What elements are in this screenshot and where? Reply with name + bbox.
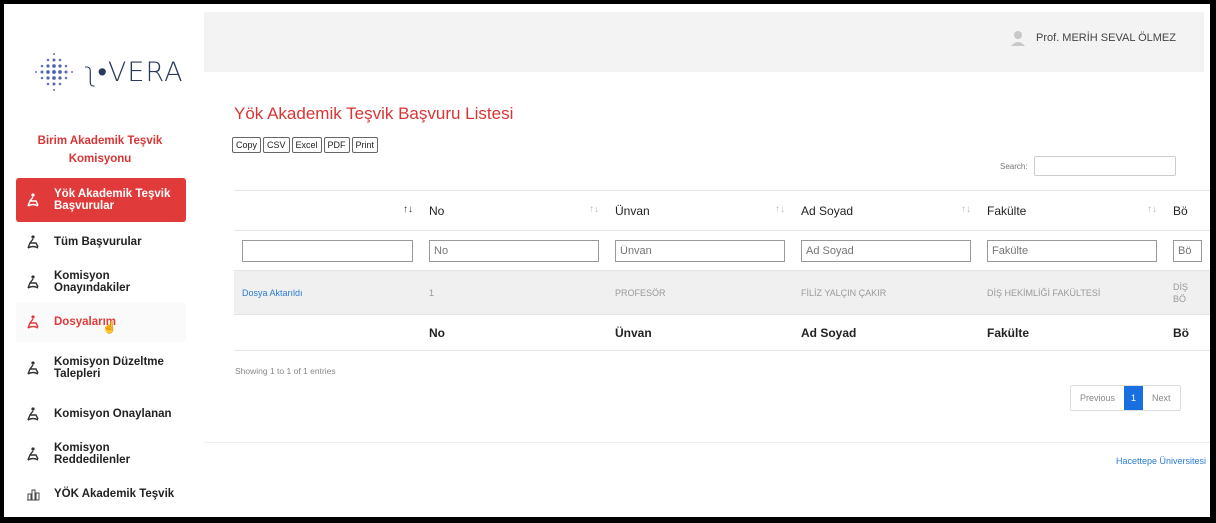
sidebar-item-komisyon-duzeltme-talepleri[interactable]: Komisyon Düzeltme Talepleri	[16, 342, 186, 394]
page-title: Yök Akademik Teşvik Başvuru Listesi	[234, 104, 514, 123]
person-icon	[24, 313, 42, 331]
cell-ad-soyad: FİLİZ YALÇIN ÇAKIR	[793, 270, 979, 315]
next-page-button[interactable]: Next	[1143, 386, 1180, 410]
sidebar-item-tum-basvurular[interactable]: Tüm Başvurular	[16, 222, 186, 262]
footer-cell-status	[234, 314, 421, 351]
hand-cursor-icon: ☝	[102, 320, 117, 334]
csv-button[interactable]: CSV	[263, 137, 290, 153]
previous-page-button[interactable]: Previous	[1071, 386, 1124, 410]
table-header-row: ↑↓ No ↑↓ Ünvan ↑↓ Ad Soyad ↑↓ Fakülte ↑↓ Bö	[234, 190, 1210, 231]
person-icon	[24, 445, 42, 463]
sidebar-item-label-2: Başvurular	[54, 200, 115, 212]
chart-icon	[24, 485, 42, 503]
user-menu[interactable]: Prof. MERİH SEVAL ÖLMEZ	[1010, 30, 1176, 46]
footer-cell-no: No	[421, 314, 607, 351]
person-icon	[24, 233, 42, 251]
sort-icon: ↑↓	[589, 204, 599, 215]
table-filter-row	[234, 230, 1210, 271]
page-1-button[interactable]: 1	[1124, 386, 1144, 410]
column-header-ad-soyad[interactable]: Ad Soyad ↑↓	[793, 190, 979, 231]
filter-fakulte-input[interactable]	[987, 239, 1157, 262]
column-header-bolum[interactable]: Bö	[1165, 190, 1210, 231]
export-toolbar: Copy CSV Excel PDF Print	[232, 137, 379, 153]
filter-status-input[interactable]	[242, 239, 413, 262]
search-label: Search:	[1000, 161, 1028, 171]
sidebar-item-label: Tüm Başvurular	[54, 236, 142, 248]
sidebar-item-label: Komisyon Onayındakiler	[54, 270, 131, 294]
org-title-line2: Komisyonu	[68, 153, 132, 165]
footer-divider	[204, 442, 1210, 443]
person-icon	[24, 405, 42, 423]
logo-mark-icon	[35, 53, 73, 91]
sort-icon: ↑↓	[1147, 204, 1157, 215]
footer-cell-fakulte: Fakülte	[979, 314, 1165, 351]
org-title-line1: Birim Akademik Teşvik	[37, 135, 163, 147]
cell-no: 1	[421, 270, 607, 315]
search-input[interactable]	[1033, 156, 1176, 176]
app-window: ʅ•VERA Birim Akademik Teşvik Komisyonu Y…	[4, 4, 1210, 517]
filter-no-input[interactable]	[429, 239, 599, 262]
top-bar: Prof. MERİH SEVAL ÖLMEZ	[204, 12, 1204, 72]
table-row[interactable]: Dosya Aktarıldı 1 PROFESÖR FİLİZ YALÇIN …	[234, 270, 1210, 315]
footer-cell-ad-soyad: Ad Soyad	[793, 314, 979, 351]
user-name: Prof. MERİH SEVAL ÖLMEZ	[1036, 32, 1176, 44]
sidebar-item-label: Komisyon Onaylanan	[54, 408, 172, 420]
footer-cell-unvan: Ünvan	[607, 314, 793, 351]
sidebar-item-dosyalarim[interactable]: Dosyalarım ☝	[16, 302, 186, 342]
sidebar-item-label: YÖK Akademik Teşvik	[54, 488, 175, 500]
avatar-icon	[1011, 31, 1026, 46]
sidebar-item-komisyon-onayindakiler[interactable]: Komisyon Onayındakiler	[16, 262, 186, 302]
applications-table: ↑↓ No ↑↓ Ünvan ↑↓ Ad Soyad ↑↓ Fakülte ↑↓ Bö …	[234, 190, 1210, 351]
table-footer-row: No Ünvan Ad Soyad Fakülte Bö	[234, 314, 1210, 351]
sidebar-item-label: Komisyon Düzeltme	[54, 356, 164, 368]
sidebar-item-label: Yök Akademik Teşvik	[54, 188, 171, 200]
column-header-status[interactable]: ↑↓	[234, 190, 421, 231]
sidebar-item-komisyon-onaylanan[interactable]: Komisyon Onaylanan	[16, 394, 186, 434]
search: Search:	[1000, 156, 1176, 176]
pdf-button[interactable]: PDF	[323, 137, 350, 153]
column-header-fakulte[interactable]: Fakülte ↑↓	[979, 190, 1165, 231]
org-title: Birim Akademik Teşvik Komisyonu	[4, 132, 196, 168]
person-icon	[24, 191, 42, 209]
status-link[interactable]: Dosya Aktarıldı	[234, 270, 421, 315]
sidebar: ʅ•VERA Birim Akademik Teşvik Komisyonu Y…	[4, 4, 196, 517]
app-logo[interactable]: ʅ•VERA	[32, 48, 184, 96]
filter-unvan-input[interactable]	[615, 239, 785, 262]
sidebar-item-label: Komisyon Reddedilenler	[54, 442, 131, 466]
cell-unvan: PROFESÖR	[607, 270, 793, 315]
print-button[interactable]: Print	[351, 137, 379, 153]
sort-asc-icon: ↑↓	[403, 204, 413, 215]
excel-button[interactable]: Excel	[291, 137, 322, 153]
sidebar-item-komisyon-reddedilenler[interactable]: Komisyon Reddedilenler	[16, 434, 186, 474]
copy-button[interactable]: Copy	[232, 137, 262, 153]
sidebar-item-yok-basvurular[interactable]: Yök Akademik Teşvik Başvurular	[16, 178, 186, 222]
filter-bolum-input[interactable]	[1173, 239, 1202, 262]
sidebar-item-yok-akademik-tesvik[interactable]: YÖK Akademik Teşvik	[16, 474, 186, 514]
filter-ad-soyad-input[interactable]	[801, 239, 971, 262]
column-header-unvan[interactable]: Ünvan ↑↓	[607, 190, 793, 231]
sidebar-item-label-2: Talepleri	[54, 368, 101, 380]
person-icon	[24, 359, 42, 377]
footer-cell-bolum: Bö	[1165, 314, 1210, 351]
logo-text: ʅ•VERA	[84, 56, 184, 88]
cell-fakulte: DİŞ HEKİMLİĞİ FAKÜLTESİ	[979, 270, 1165, 315]
sort-icon: ↑↓	[775, 204, 785, 215]
sort-icon: ↑↓	[961, 204, 971, 215]
footer-link[interactable]: Hacettepe Üniversitesi	[1116, 456, 1206, 466]
cell-bolum: DİŞ BÖ	[1165, 270, 1210, 315]
table-info: Showing 1 to 1 of 1 entries	[235, 366, 336, 376]
person-icon	[24, 273, 42, 291]
pagination: Previous 1 Next	[1070, 385, 1181, 411]
column-header-no[interactable]: No ↑↓	[421, 190, 607, 231]
sidebar-nav: Yök Akademik Teşvik Başvurular Tüm Başvu…	[16, 178, 186, 514]
